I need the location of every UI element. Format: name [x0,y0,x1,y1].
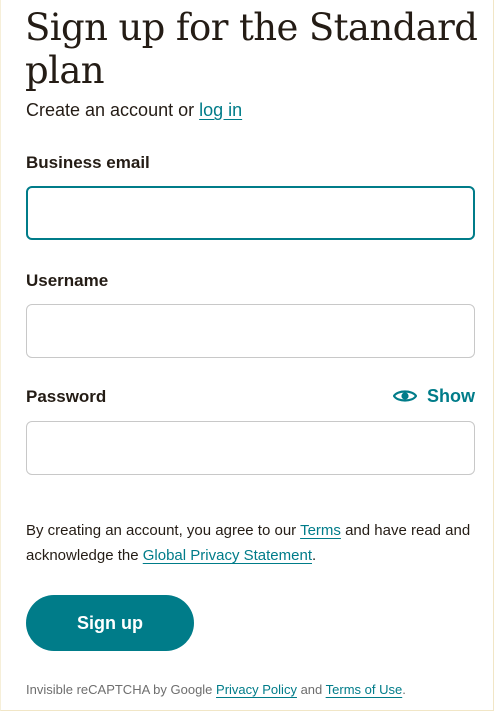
login-link[interactable]: log in [199,100,242,120]
username-field[interactable] [26,304,475,358]
show-password-label: Show [427,385,475,406]
username-label: Username [26,271,109,290]
subtitle-text: Create an account or [26,100,200,120]
show-password-toggle[interactable]: Show [393,384,475,408]
recaptcha-terms-link[interactable]: Terms of Use [326,682,403,697]
page-title: Sign up for the Standard plan [25,6,478,92]
legal-text-after: . [312,547,317,564]
email-field[interactable] [26,186,475,240]
eye-icon [393,390,417,402]
password-label: Password [26,387,107,406]
privacy-statement-link[interactable]: Global Privacy Statement [143,547,312,564]
recaptcha-notice: Invisible reCAPTCHA by Google Privacy Po… [26,681,406,699]
legal-notice: By creating an account, you agree to our… [26,518,476,568]
email-label: Business email [26,153,150,172]
recaptcha-text-before: Invisible reCAPTCHA by Google [26,682,217,697]
recaptcha-text-after: . [402,682,406,697]
password-field[interactable] [26,421,475,475]
legal-text-before: By creating an account, you agree to our [26,522,301,539]
recaptcha-privacy-link[interactable]: Privacy Policy [216,682,297,697]
sign-up-button[interactable]: Sign up [26,595,194,651]
terms-link[interactable]: Terms [300,522,341,539]
subtitle: Create an account or log in [26,99,242,121]
recaptcha-text-middle: and [296,682,326,697]
